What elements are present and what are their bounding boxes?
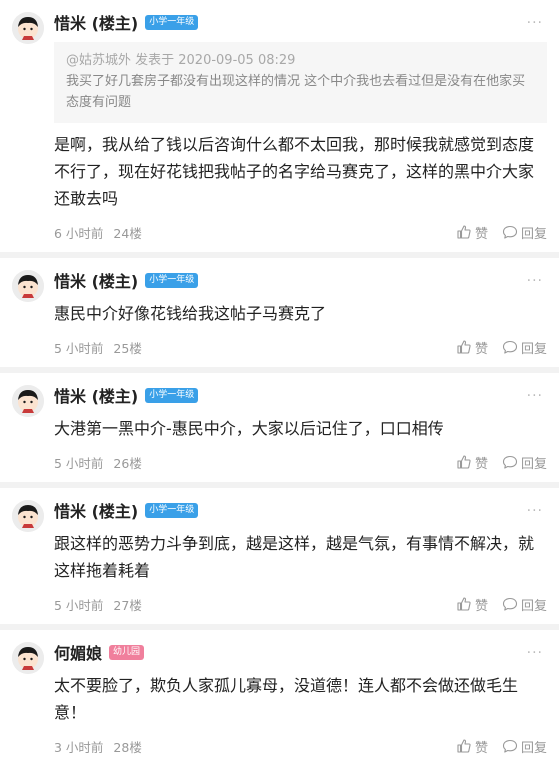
floor-number: 27楼 — [113, 597, 142, 613]
like-button[interactable]: 赞 — [456, 453, 488, 472]
reply-meta: 6 小时前 24楼 赞 回复 — [54, 212, 547, 252]
floor-number: 26楼 — [113, 455, 142, 471]
like-button[interactable]: 赞 — [456, 338, 488, 357]
reply-meta: 5 小时前 27楼 赞 回复 — [54, 584, 547, 624]
avatar-icon — [12, 385, 44, 417]
reply-button[interactable]: 回复 — [502, 737, 547, 756]
like-label: 赞 — [474, 341, 488, 357]
more-options-icon[interactable]: ··· — [527, 16, 543, 30]
avatar[interactable] — [12, 642, 44, 674]
username[interactable]: 惜米 (楼主) — [54, 498, 138, 522]
avatar[interactable] — [12, 12, 44, 44]
floor-number: 25楼 — [113, 340, 142, 356]
floor-number: 24楼 — [113, 225, 142, 241]
avatar[interactable] — [12, 385, 44, 417]
avatar-icon — [12, 270, 44, 302]
username[interactable]: 惜米 (楼主) — [54, 383, 138, 407]
like-label: 赞 — [474, 226, 488, 242]
timestamp: 6 小时前 — [54, 225, 104, 241]
reply-meta: 5 小时前 26楼 赞 回复 — [54, 442, 547, 482]
thumbs-up-icon — [457, 225, 471, 239]
username[interactable]: 惜米 (楼主) — [54, 10, 138, 34]
level-badge: 小学一年级 — [145, 502, 199, 518]
level-badge: 小学一年级 — [145, 387, 199, 403]
reply-feed: ··· 惜米 (楼主) 小学一年级 @姑苏城外 发表于 2020-09-05 0… — [0, 0, 559, 764]
reply-content: 惠民中介好像花钱给我这帖子马赛克了 — [54, 304, 327, 323]
reply-post: ··· 惜米 (楼主) 小学一年级 大港第一黑中介-惠民中介，大家以后记住了，口… — [0, 373, 559, 488]
reply-label: 回复 — [520, 740, 547, 756]
reply-content: 是啊，我从给了钱以后咨询什么都不太回我，那时候我就感觉到态度不行了，现在好花钱把… — [54, 135, 535, 208]
comment-icon — [502, 739, 518, 753]
reply-post: ··· 何媚娘 幼儿园 太不要脸了，欺负人家孤儿寡母，没道德！连人都不会做还做毛… — [0, 630, 559, 764]
reply-meta: 3 小时前 28楼 赞 回复 — [54, 726, 547, 764]
timestamp: 5 小时前 — [54, 455, 104, 471]
thumbs-up-icon — [457, 739, 471, 753]
username[interactable]: 惜米 (楼主) — [54, 268, 138, 292]
like-button[interactable]: 赞 — [456, 595, 488, 614]
more-options-icon[interactable]: ··· — [527, 389, 543, 403]
avatar-icon — [12, 12, 44, 44]
level-badge: 小学一年级 — [145, 14, 199, 30]
avatar[interactable] — [12, 270, 44, 302]
comment-icon — [502, 597, 518, 611]
like-button[interactable]: 赞 — [456, 737, 488, 756]
thumbs-up-icon — [457, 455, 471, 469]
level-badge: 小学一年级 — [145, 272, 199, 288]
floor-number: 28楼 — [113, 739, 142, 755]
like-label: 赞 — [474, 456, 488, 472]
reply-post: ··· 惜米 (楼主) 小学一年级 惠民中介好像花钱给我这帖子马赛克了 5 小时… — [0, 258, 559, 373]
reply-meta: 5 小时前 25楼 赞 回复 — [54, 327, 547, 367]
more-options-icon[interactable]: ··· — [527, 504, 543, 518]
reply-button[interactable]: 回复 — [502, 223, 547, 242]
reply-content: 大港第一黑中介-惠民中介，大家以后记住了，口口相传 — [54, 419, 444, 438]
comment-icon — [502, 340, 518, 354]
reply-post: ··· 惜米 (楼主) 小学一年级 跟这样的恶势力斗争到底，越是这样，越是气氛，… — [0, 488, 559, 630]
reply-button[interactable]: 回复 — [502, 453, 547, 472]
more-options-icon[interactable]: ··· — [527, 274, 543, 288]
quote-header: @姑苏城外 发表于 2020-09-05 08:29 — [66, 53, 296, 68]
avatar-icon — [12, 642, 44, 674]
quote-text: 我买了好几套房子都没有出现这样的情况 这个中介我也去看过但是没有在他家买 态度有… — [66, 74, 526, 110]
thumbs-up-icon — [457, 597, 471, 611]
reply-label: 回复 — [520, 341, 547, 357]
reply-label: 回复 — [520, 456, 547, 472]
like-label: 赞 — [474, 598, 488, 614]
username[interactable]: 何媚娘 — [54, 640, 102, 664]
avatar-icon — [12, 500, 44, 532]
quoted-post[interactable]: @姑苏城外 发表于 2020-09-05 08:29 我买了好几套房子都没有出现… — [54, 42, 547, 123]
reply-label: 回复 — [520, 226, 547, 242]
reply-content: 太不要脸了，欺负人家孤儿寡母，没道德！连人都不会做还做毛生意！ — [54, 676, 519, 722]
more-options-icon[interactable]: ··· — [527, 646, 543, 660]
reply-label: 回复 — [520, 598, 547, 614]
reply-post: ··· 惜米 (楼主) 小学一年级 @姑苏城外 发表于 2020-09-05 0… — [0, 0, 559, 258]
reply-content: 跟这样的恶势力斗争到底，越是这样，越是气氛，有事情不解决，就这样拖着耗着 — [54, 534, 535, 580]
reply-button[interactable]: 回复 — [502, 595, 547, 614]
like-label: 赞 — [474, 740, 488, 756]
comment-icon — [502, 225, 518, 239]
thumbs-up-icon — [457, 340, 471, 354]
avatar[interactable] — [12, 500, 44, 532]
timestamp: 3 小时前 — [54, 739, 104, 755]
level-badge: 幼儿园 — [109, 644, 145, 660]
timestamp: 5 小时前 — [54, 597, 104, 613]
comment-icon — [502, 455, 518, 469]
timestamp: 5 小时前 — [54, 340, 104, 356]
like-button[interactable]: 赞 — [456, 223, 488, 242]
reply-button[interactable]: 回复 — [502, 338, 547, 357]
